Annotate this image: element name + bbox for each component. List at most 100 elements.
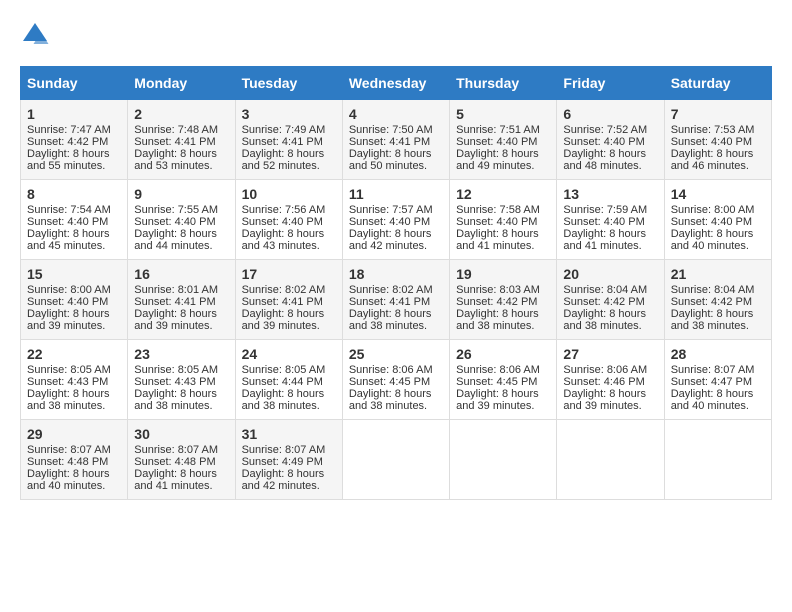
sunset-text: Sunset: 4:41 PM [242, 136, 323, 148]
day-number: 15 [27, 266, 121, 282]
day-number: 14 [671, 186, 765, 202]
daylight-text: Daylight: 8 hours and 53 minutes. [134, 148, 217, 172]
sunset-text: Sunset: 4:48 PM [134, 456, 215, 468]
sunrise-text: Sunrise: 7:54 AM [27, 204, 111, 216]
day-number: 25 [349, 346, 443, 362]
sunrise-text: Sunrise: 8:06 AM [456, 364, 540, 376]
daylight-text: Daylight: 8 hours and 40 minutes. [671, 388, 754, 412]
day-number: 12 [456, 186, 550, 202]
sunrise-text: Sunrise: 7:48 AM [134, 124, 218, 136]
logo-icon [20, 20, 50, 50]
calendar-cell: 9Sunrise: 7:55 AMSunset: 4:40 PMDaylight… [128, 180, 235, 260]
calendar-cell: 28 Sunrise: 8:07 AMSunset: 4:47 PMDayligh… [664, 340, 771, 420]
calendar-cell [342, 420, 449, 500]
calendar-week-row: 15Sunrise: 8:00 AMSunset: 4:40 PMDayligh… [21, 260, 772, 340]
sunrise-text: Sunrise: 8:03 AM [456, 284, 540, 296]
calendar-cell: 24Sunrise: 8:05 AMSunset: 4:44 PMDayligh… [235, 340, 342, 420]
day-number: 3 [242, 106, 336, 122]
day-number: 18 [349, 266, 443, 282]
day-number: 11 [349, 186, 443, 202]
calendar-cell: 8Sunrise: 7:54 AMSunset: 4:40 PMDaylight… [21, 180, 128, 260]
daylight-text: Daylight: 8 hours and 38 minutes. [671, 308, 754, 332]
day-number: 23 [134, 346, 228, 362]
sunset-text: Sunset: 4:40 PM [349, 216, 430, 228]
sunrise-text: Sunrise: 8:00 AM [671, 204, 755, 216]
calendar-cell [450, 420, 557, 500]
daylight-text: Daylight: 8 hours and 48 minutes. [563, 148, 646, 172]
daylight-text: Daylight: 8 hours and 44 minutes. [134, 228, 217, 252]
daylight-text: Daylight: 8 hours and 40 minutes. [671, 228, 754, 252]
day-number: 7 [671, 106, 765, 122]
sunset-text: Sunset: 4:42 PM [563, 296, 644, 308]
day-number: 1 [27, 106, 121, 122]
sunset-text: Sunset: 4:40 PM [671, 216, 752, 228]
calendar-cell: 16Sunrise: 8:01 AMSunset: 4:41 PMDayligh… [128, 260, 235, 340]
calendar-cell: 25Sunrise: 8:06 AMSunset: 4:45 PMDayligh… [342, 340, 449, 420]
daylight-text: Daylight: 8 hours and 38 minutes. [242, 388, 325, 412]
daylight-text: Daylight: 8 hours and 46 minutes. [671, 148, 754, 172]
daylight-text: Daylight: 8 hours and 40 minutes. [27, 468, 110, 492]
daylight-text: Daylight: 8 hours and 38 minutes. [563, 308, 646, 332]
day-number: 10 [242, 186, 336, 202]
calendar-cell: 15Sunrise: 8:00 AMSunset: 4:40 PMDayligh… [21, 260, 128, 340]
sunset-text: Sunset: 4:40 PM [563, 216, 644, 228]
calendar-table: SundayMondayTuesdayWednesdayThursdayFrid… [20, 66, 772, 500]
daylight-text: Daylight: 8 hours and 39 minutes. [242, 308, 325, 332]
day-number: 13 [563, 186, 657, 202]
col-header-sunday: Sunday [21, 67, 128, 100]
day-number: 5 [456, 106, 550, 122]
col-header-wednesday: Wednesday [342, 67, 449, 100]
day-number: 28 [671, 346, 765, 362]
calendar-cell: 14 Sunrise: 8:00 AMSunset: 4:40 PMDayligh… [664, 180, 771, 260]
calendar-cell: 11Sunrise: 7:57 AMSunset: 4:40 PMDayligh… [342, 180, 449, 260]
calendar-cell: 1Sunrise: 7:47 AMSunset: 4:42 PMDaylight… [21, 100, 128, 180]
calendar-cell: 19Sunrise: 8:03 AMSunset: 4:42 PMDayligh… [450, 260, 557, 340]
daylight-text: Daylight: 8 hours and 52 minutes. [242, 148, 325, 172]
sunrise-text: Sunrise: 8:07 AM [27, 444, 111, 456]
daylight-text: Daylight: 8 hours and 38 minutes. [456, 308, 539, 332]
sunrise-text: Sunrise: 8:07 AM [671, 364, 755, 376]
sunset-text: Sunset: 4:40 PM [27, 296, 108, 308]
calendar-cell: 6Sunrise: 7:52 AMSunset: 4:40 PMDaylight… [557, 100, 664, 180]
sunset-text: Sunset: 4:40 PM [456, 136, 537, 148]
daylight-text: Daylight: 8 hours and 41 minutes. [456, 228, 539, 252]
daylight-text: Daylight: 8 hours and 45 minutes. [27, 228, 110, 252]
sunrise-text: Sunrise: 7:51 AM [456, 124, 540, 136]
calendar-cell: 13Sunrise: 7:59 AMSunset: 4:40 PMDayligh… [557, 180, 664, 260]
sunrise-text: Sunrise: 8:05 AM [242, 364, 326, 376]
daylight-text: Daylight: 8 hours and 50 minutes. [349, 148, 432, 172]
calendar-week-row: 1Sunrise: 7:47 AMSunset: 4:42 PMDaylight… [21, 100, 772, 180]
sunrise-text: Sunrise: 7:49 AM [242, 124, 326, 136]
calendar-cell: 20Sunrise: 8:04 AMSunset: 4:42 PMDayligh… [557, 260, 664, 340]
daylight-text: Daylight: 8 hours and 41 minutes. [134, 468, 217, 492]
sunset-text: Sunset: 4:40 PM [242, 216, 323, 228]
calendar-cell: 7 Sunrise: 7:53 AMSunset: 4:40 PMDaylight… [664, 100, 771, 180]
day-number: 26 [456, 346, 550, 362]
sunrise-text: Sunrise: 8:05 AM [134, 364, 218, 376]
sunset-text: Sunset: 4:42 PM [27, 136, 108, 148]
calendar-cell: 31Sunrise: 8:07 AMSunset: 4:49 PMDayligh… [235, 420, 342, 500]
sunset-text: Sunset: 4:47 PM [671, 376, 752, 388]
calendar-cell [664, 420, 771, 500]
sunset-text: Sunset: 4:41 PM [134, 136, 215, 148]
daylight-text: Daylight: 8 hours and 38 minutes. [134, 388, 217, 412]
col-header-monday: Monday [128, 67, 235, 100]
daylight-text: Daylight: 8 hours and 55 minutes. [27, 148, 110, 172]
sunset-text: Sunset: 4:40 PM [563, 136, 644, 148]
calendar-week-row: 8Sunrise: 7:54 AMSunset: 4:40 PMDaylight… [21, 180, 772, 260]
sunrise-text: Sunrise: 8:06 AM [563, 364, 647, 376]
sunrise-text: Sunrise: 7:56 AM [242, 204, 326, 216]
day-number: 2 [134, 106, 228, 122]
sunset-text: Sunset: 4:40 PM [27, 216, 108, 228]
daylight-text: Daylight: 8 hours and 39 minutes. [456, 388, 539, 412]
calendar-cell: 30Sunrise: 8:07 AMSunset: 4:48 PMDayligh… [128, 420, 235, 500]
sunrise-text: Sunrise: 8:02 AM [349, 284, 433, 296]
sunrise-text: Sunrise: 8:07 AM [134, 444, 218, 456]
calendar-cell: 29Sunrise: 8:07 AMSunset: 4:48 PMDayligh… [21, 420, 128, 500]
calendar-cell: 5Sunrise: 7:51 AMSunset: 4:40 PMDaylight… [450, 100, 557, 180]
day-number: 17 [242, 266, 336, 282]
calendar-cell: 18Sunrise: 8:02 AMSunset: 4:41 PMDayligh… [342, 260, 449, 340]
sunset-text: Sunset: 4:40 PM [671, 136, 752, 148]
sunrise-text: Sunrise: 7:53 AM [671, 124, 755, 136]
calendar-cell: 17Sunrise: 8:02 AMSunset: 4:41 PMDayligh… [235, 260, 342, 340]
